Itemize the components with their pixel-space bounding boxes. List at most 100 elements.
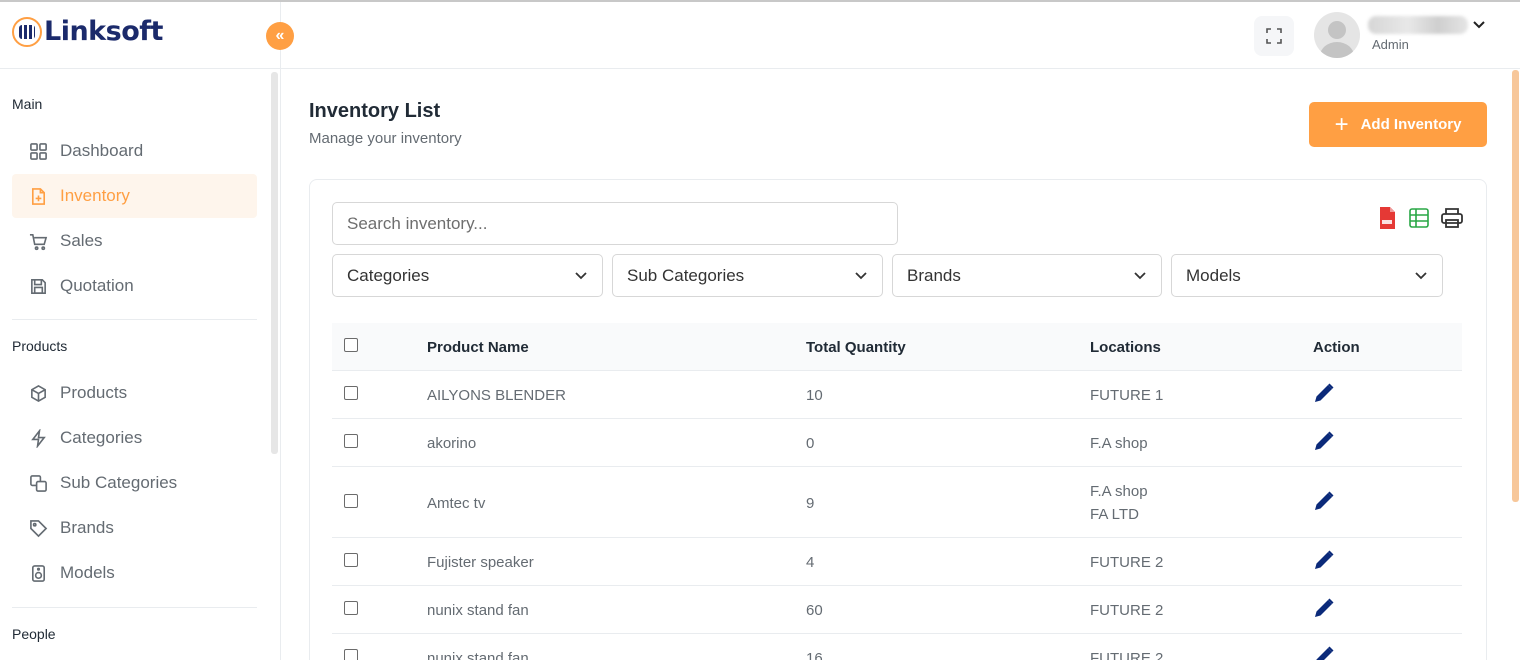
sidebar-item-models[interactable]: Models <box>12 551 257 595</box>
user-role: Admin <box>1372 37 1409 52</box>
edit-pencil-icon[interactable] <box>1312 644 1336 660</box>
filter-select-sub-categories[interactable]: Sub Categories <box>612 254 883 297</box>
location-text: FUTURE 2 <box>1090 649 1164 660</box>
location-text: F.A shop <box>1090 482 1148 500</box>
table-row[interactable]: akorino 0 F.A shop <box>332 419 1462 467</box>
sidebar-item-dashboard[interactable]: Dashboard <box>12 129 257 173</box>
sidebar-item-brands[interactable]: Brands <box>12 506 257 550</box>
sidebar-item-label: Models <box>60 563 115 582</box>
edit-pencil-icon[interactable] <box>1312 429 1336 453</box>
copy-icon <box>28 473 48 493</box>
page-scrollbar[interactable] <box>1512 70 1519 502</box>
add-inventory-button[interactable]: + Add Inventory <box>1309 102 1487 147</box>
sidebar-item-inventory[interactable]: Inventory <box>12 174 257 218</box>
product-name-cell: nunix stand fan <box>427 602 529 619</box>
total-quantity-cell: 16 <box>806 650 823 660</box>
chevron-down-icon <box>855 272 867 280</box>
product-name-cell: AILYONS BLENDER <box>427 387 566 404</box>
bolt-icon <box>28 428 48 448</box>
sidebar-item-label: Dashboard <box>60 141 144 160</box>
filter-select-models[interactable]: Models <box>1171 254 1443 297</box>
print-button[interactable] <box>1440 206 1464 230</box>
table-row[interactable]: nunix stand fan 16 FUTURE 2 <box>332 634 1462 660</box>
edit-pencil-icon[interactable] <box>1312 596 1336 620</box>
sidebar-item-sales[interactable]: Sales <box>12 219 257 263</box>
locations-cell: FUTURE 2 <box>1090 647 1163 660</box>
table-row[interactable]: nunix stand fan 60 FUTURE 2 <box>332 586 1462 634</box>
user-avatar[interactable] <box>1314 12 1360 58</box>
column-header-product-name[interactable]: Product Name <box>427 339 529 356</box>
table-row[interactable]: Fujister speaker 4 FUTURE 2 <box>332 538 1462 586</box>
pdf-icon <box>1380 207 1395 229</box>
product-name-cell: Fujister speaker <box>427 554 534 571</box>
row-checkbox[interactable] <box>344 601 358 615</box>
edit-pencil-icon[interactable] <box>1312 548 1336 572</box>
sidebar-item-label: Sales <box>60 231 103 250</box>
add-inventory-label: Add Inventory <box>1360 116 1462 133</box>
total-quantity-cell: 4 <box>806 554 815 571</box>
location-text: F.A shop <box>1090 434 1148 452</box>
tag-icon <box>28 518 48 538</box>
row-checkbox[interactable] <box>344 434 358 448</box>
nav-section-title: Main <box>12 96 43 112</box>
column-header-total-quantity[interactable]: Total Quantity <box>806 339 906 356</box>
sidebar-item-categories[interactable]: Categories <box>12 416 257 460</box>
sidebar-item-label: Sub Categories <box>60 473 178 492</box>
chevron-down-icon <box>1415 272 1427 280</box>
chevron-down-icon[interactable] <box>1472 18 1486 32</box>
sidebar-item-quotation[interactable]: Quotation <box>12 264 257 308</box>
chevron-down-icon <box>1134 272 1146 280</box>
location-text: FUTURE 1 <box>1090 386 1164 404</box>
location-text: FUTURE 2 <box>1090 553 1164 571</box>
filter-select-value: Brands <box>907 265 961 285</box>
logo-mark-icon <box>12 16 42 47</box>
top-header: Admin <box>281 2 1520 69</box>
sidebar-item-sub-categories[interactable]: Sub Categories <box>12 461 257 505</box>
location-text: FUTURE 2 <box>1090 601 1164 619</box>
spreadsheet-icon <box>1409 208 1429 228</box>
table-header: Product Name Total Quantity Locations Ac… <box>332 323 1462 371</box>
row-checkbox[interactable] <box>344 493 358 508</box>
location-text: FA LTD <box>1090 505 1139 523</box>
filter-select-brands[interactable]: Brands <box>892 254 1162 297</box>
row-checkbox[interactable] <box>344 553 358 567</box>
row-checkbox[interactable] <box>344 386 358 400</box>
export-excel-button[interactable] <box>1407 206 1431 230</box>
sidebar-scrollbar[interactable] <box>271 72 278 454</box>
total-quantity-cell: 60 <box>806 602 823 619</box>
search-input[interactable] <box>332 202 898 245</box>
logo[interactable]: Linksoft <box>12 16 163 47</box>
export-pdf-button[interactable] <box>1375 206 1399 230</box>
logo-area: Linksoft <box>0 2 280 69</box>
filter-select-value: Models <box>1186 265 1241 285</box>
chevron-down-icon <box>575 272 587 280</box>
select-all-checkbox[interactable] <box>344 338 358 352</box>
sidebar-item-products[interactable]: Products <box>12 371 257 415</box>
locations-cell: FUTURE 1 <box>1090 384 1163 407</box>
total-quantity-cell: 10 <box>806 387 823 404</box>
sidebar: Linksoft Main Dashboard Inventory Sales Quot… <box>0 2 281 660</box>
locations-cell: FUTURE 2 <box>1090 551 1163 574</box>
filter-select-categories[interactable]: Categories <box>332 254 603 297</box>
sidebar-item-label: Products <box>60 383 128 402</box>
product-name-cell: Amtec tv <box>427 494 486 512</box>
plus-icon: + <box>1334 110 1349 138</box>
nav-divider <box>12 319 257 320</box>
product-name-cell: nunix stand fan <box>427 650 529 660</box>
file-plus-icon <box>28 186 48 206</box>
table-row[interactable]: Amtec tv 9 F.A shop FA LTD <box>332 467 1462 538</box>
edit-pencil-icon[interactable] <box>1312 489 1336 513</box>
fullscreen-icon <box>1266 28 1282 44</box>
sidebar-item-label: Quotation <box>60 276 134 295</box>
fullscreen-button[interactable] <box>1254 16 1294 56</box>
column-header-locations[interactable]: Locations <box>1090 339 1161 356</box>
row-checkbox[interactable] <box>344 649 358 660</box>
product-name-cell: akorino <box>427 435 477 452</box>
collapse-sidebar-button[interactable]: « <box>266 22 294 50</box>
grid-icon <box>28 141 48 161</box>
table-row[interactable]: AILYONS BLENDER 10 FUTURE 1 <box>332 371 1462 419</box>
app-root: Linksoft Main Dashboard Inventory Sales Quot… <box>0 0 1520 660</box>
edit-pencil-icon[interactable] <box>1312 381 1336 405</box>
cart-icon <box>28 231 48 251</box>
double-chevron-left-icon: « <box>275 27 285 44</box>
